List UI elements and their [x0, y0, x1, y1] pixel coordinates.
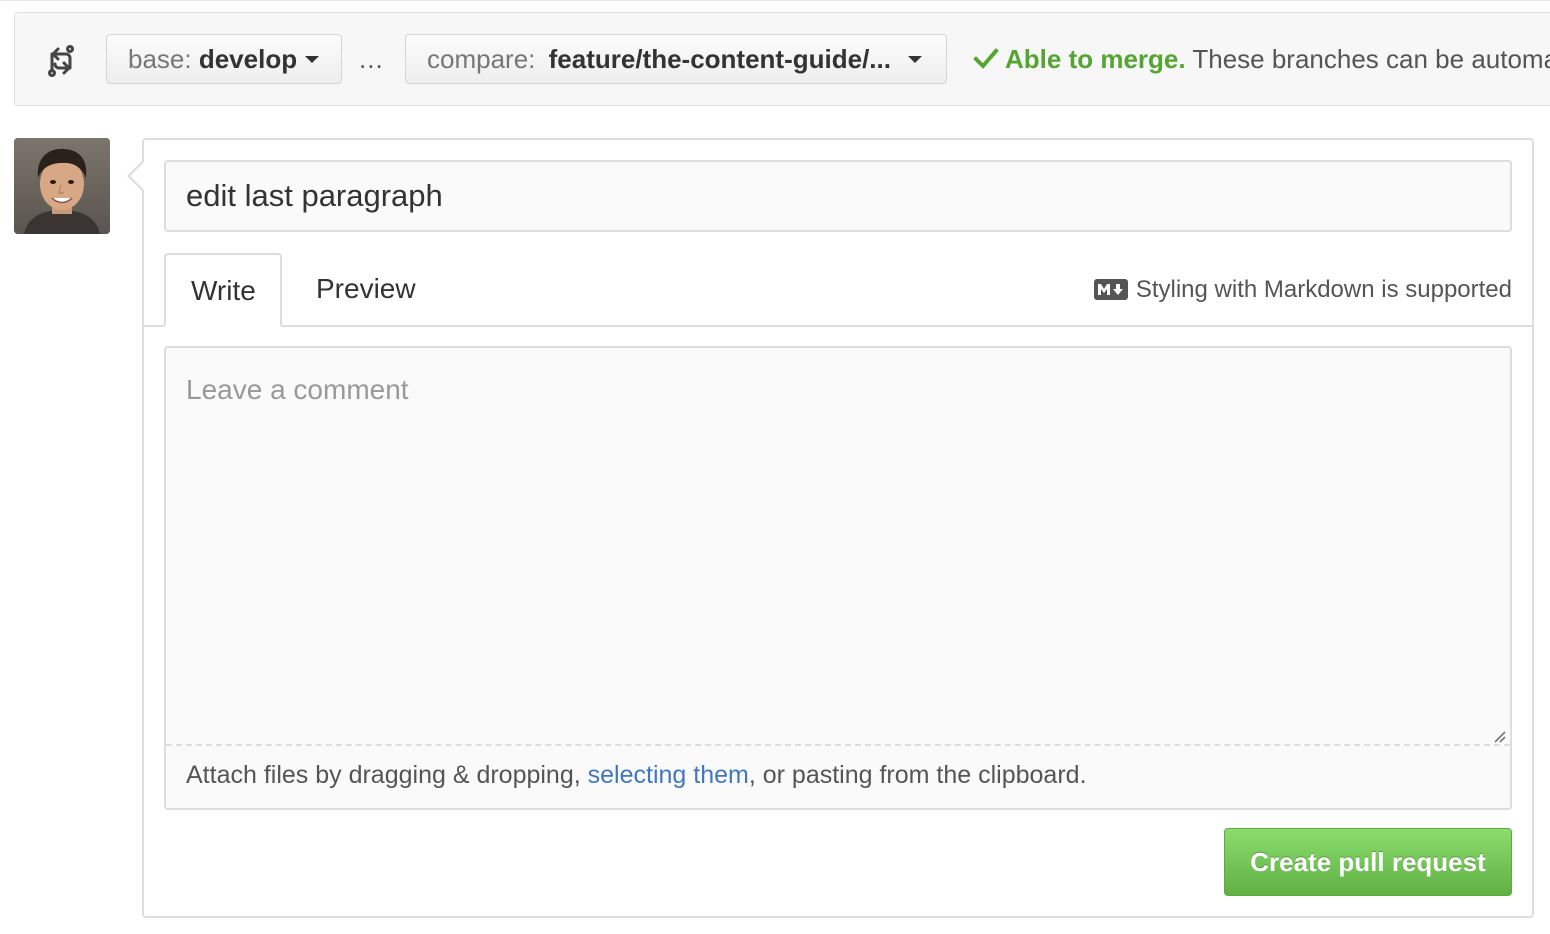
compare-branch-button[interactable]: compare: feature/the-content-guide/...	[405, 34, 947, 84]
merge-status-description: These branches can be automa	[1192, 44, 1550, 74]
attach-hint-prefix: Attach files by dragging & dropping,	[186, 761, 588, 789]
range-separator: ...	[359, 44, 384, 74]
tab-preview[interactable]: Preview	[316, 253, 436, 327]
avatar-image	[14, 138, 110, 234]
markdown-icon	[1093, 279, 1128, 300]
file-attach-hint: Attach files by dragging & dropping, sel…	[186, 758, 1087, 792]
git-compare-icon	[48, 45, 74, 77]
resize-handle-icon[interactable]	[1492, 729, 1506, 743]
create-pull-request-button[interactable]: Create pull request	[1224, 828, 1512, 896]
avatar[interactable]	[14, 138, 110, 234]
base-prefix: base:	[128, 44, 192, 74]
comment-textarea[interactable]	[166, 348, 1510, 744]
markdown-note-text: Styling with Markdown is supported	[1135, 276, 1512, 303]
chevron-down-icon	[305, 56, 319, 63]
markdown-support-note[interactable]: Styling with Markdown is supported	[1093, 273, 1512, 307]
base-branch-button[interactable]: base: develop	[106, 34, 342, 84]
base-branch-name: develop	[198, 44, 298, 74]
pull-request-form: Write Preview Styling with Markdown is s…	[127, 138, 1534, 918]
select-files-link[interactable]: selecting them	[588, 761, 749, 789]
top-border	[0, 0, 1550, 1]
discussion-arrow-fill	[130, 161, 145, 191]
merge-status: Able to merge. These branches can be aut…	[973, 35, 1550, 83]
drag-drop-divider	[166, 744, 1510, 746]
compare-prefix: compare:	[427, 44, 536, 74]
check-icon	[973, 48, 999, 69]
compare-branch-name: feature/the-content-guide/...	[548, 44, 891, 74]
pr-title-input[interactable]	[164, 160, 1512, 232]
comment-box: Attach files by dragging & dropping, sel…	[164, 346, 1512, 810]
tab-write[interactable]: Write	[164, 253, 282, 327]
compare-range-bar: base: develop ... compare: feature/the-c…	[14, 12, 1550, 106]
merge-status-label: Able to merge.	[1005, 44, 1186, 74]
attach-hint-suffix: , or pasting from the clipboard.	[748, 761, 1087, 789]
chevron-down-icon	[908, 56, 922, 63]
